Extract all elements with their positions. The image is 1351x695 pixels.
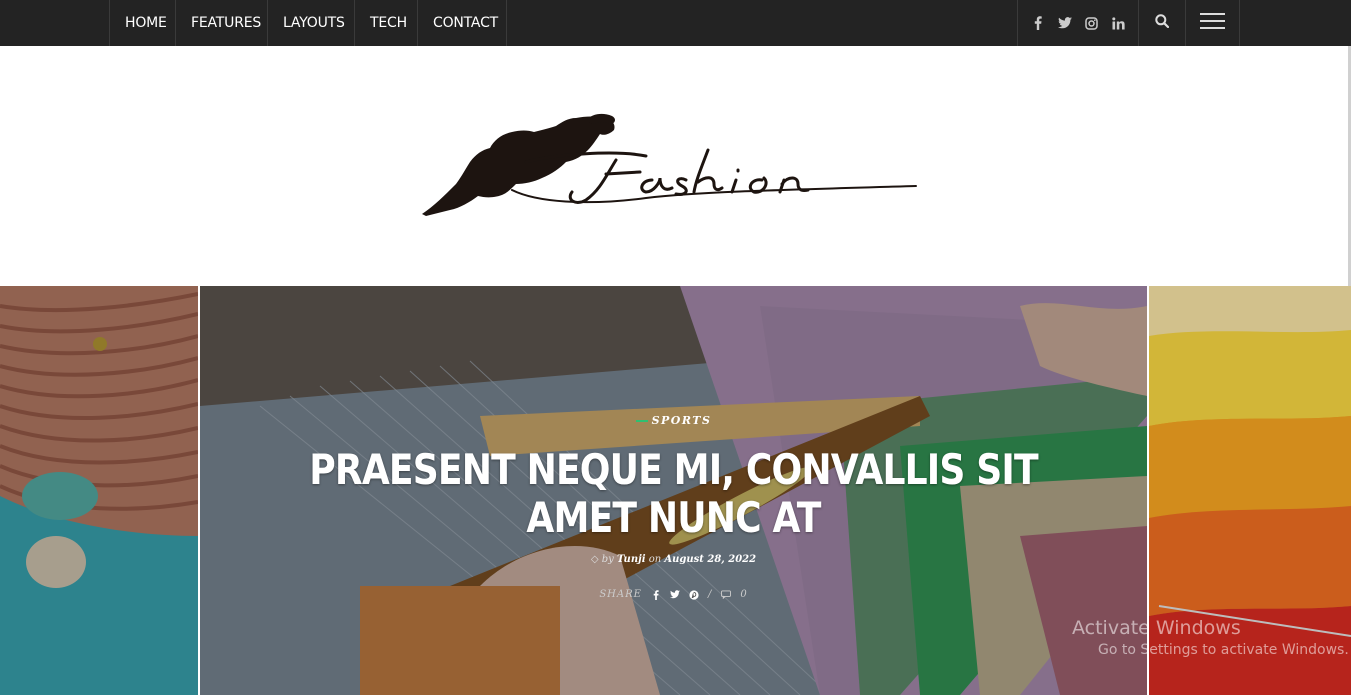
twitter-icon[interactable] xyxy=(1057,16,1072,30)
site-logo[interactable] xyxy=(416,110,926,222)
share-separator: / xyxy=(707,589,713,600)
nav-features[interactable]: FEATURES xyxy=(176,0,268,46)
linkedin-icon[interactable] xyxy=(1112,16,1126,30)
slide-overlay xyxy=(0,286,198,695)
share-twitter-icon[interactable] xyxy=(669,590,680,600)
hamburger-menu-button[interactable] xyxy=(1186,0,1240,46)
post-title[interactable]: PRAESENT NEQUE MI, CONVALLIS SIT AMET NU… xyxy=(301,446,1047,542)
search-icon xyxy=(1155,13,1170,33)
comment-icon[interactable] xyxy=(721,590,732,600)
main-menu: HOME FEATURES LAYOUTS TECH CONTACT xyxy=(109,0,507,46)
share-label: SHARE xyxy=(599,589,642,600)
slider-prev-slide[interactable] xyxy=(0,286,198,695)
share-pinterest-icon[interactable] xyxy=(689,589,699,600)
nav-layouts[interactable]: LAYOUTS xyxy=(268,0,355,46)
hamburger-menu-icon xyxy=(1200,12,1225,34)
nav-tech[interactable]: TECH xyxy=(355,0,418,46)
post-author[interactable]: Tunji xyxy=(617,554,645,565)
watermark-title: Activate Windows xyxy=(1072,617,1241,639)
post-meta: ◇ by Tunji on August 28, 2022 xyxy=(200,554,1147,565)
header-tools xyxy=(1017,0,1240,46)
meta-on-label: on xyxy=(648,554,662,565)
top-navigation-bar: HOME FEATURES LAYOUTS TECH CONTACT xyxy=(0,0,1351,46)
slide-caption: SPORTS PRAESENT NEQUE MI, CONVALLIS SIT … xyxy=(200,286,1147,695)
share-facebook-icon[interactable] xyxy=(651,589,661,600)
category-label: SPORTS xyxy=(651,414,712,427)
meta-by-label: by xyxy=(601,554,614,565)
meta-diamond-icon: ◇ xyxy=(590,554,599,565)
share-bar: SHARE / 0 xyxy=(200,589,1147,600)
post-date: August 28, 2022 xyxy=(664,554,757,565)
watermark-subtitle: Go to Settings to activate Windows. xyxy=(1098,642,1349,658)
nav-contact[interactable]: CONTACT xyxy=(418,0,507,46)
instagram-icon[interactable] xyxy=(1085,16,1099,30)
post-category[interactable]: SPORTS xyxy=(200,414,1147,427)
windows-activation-watermark: Activate Windows Go to Settings to activ… xyxy=(1072,617,1349,658)
category-dash xyxy=(635,420,648,422)
nav-home[interactable]: HOME xyxy=(110,0,176,46)
search-button[interactable] xyxy=(1139,0,1186,46)
comment-count[interactable]: 0 xyxy=(740,589,747,600)
facebook-icon[interactable] xyxy=(1031,16,1045,30)
social-links xyxy=(1018,0,1139,46)
slider-current-slide[interactable]: SPORTS PRAESENT NEQUE MI, CONVALLIS SIT … xyxy=(200,286,1147,695)
